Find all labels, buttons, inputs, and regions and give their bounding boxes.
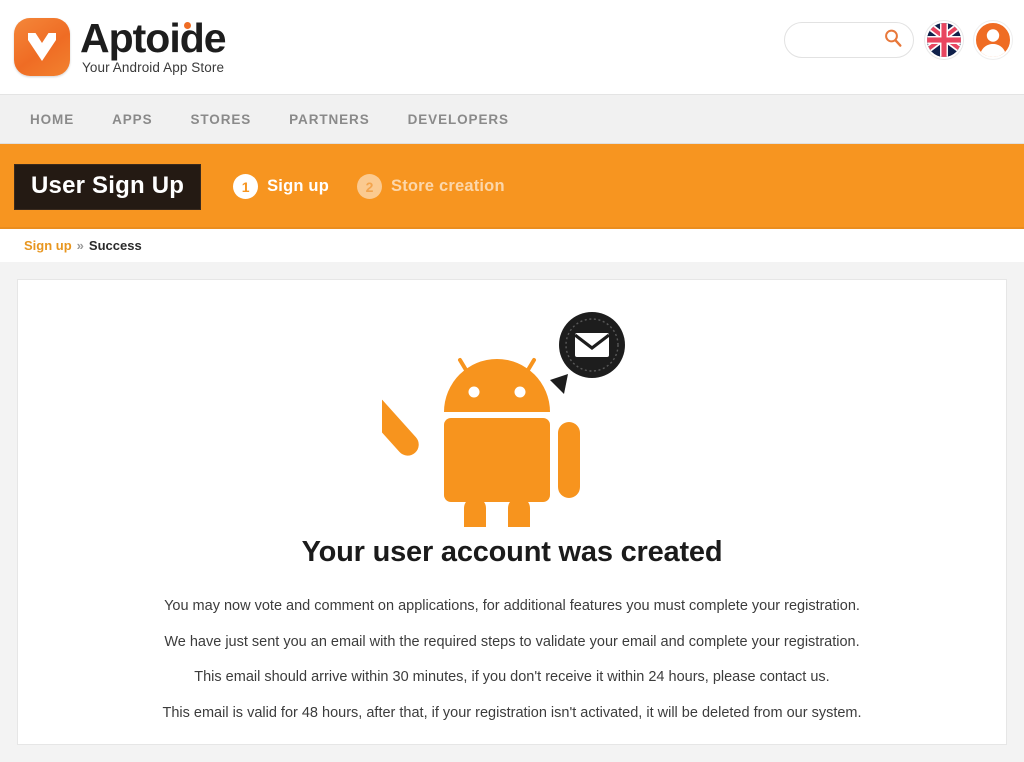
- breadcrumb-link-signup[interactable]: Sign up: [24, 238, 72, 253]
- brand-text: Aptoide Your Android App Store: [80, 14, 227, 77]
- step-store-creation-label: Store creation: [390, 177, 505, 195]
- breadcrumb-current: Success: [88, 238, 142, 253]
- success-message-1: You may now vote and comment on applicat…: [164, 598, 860, 614]
- search-box[interactable]: [784, 22, 914, 58]
- step-signup-label: Sign up: [267, 177, 329, 195]
- nav-item-developers[interactable]: DEVELOPERS: [408, 112, 509, 127]
- success-card: Your user account was created You may no…: [17, 279, 1007, 745]
- step-store-creation-number: 2: [356, 174, 382, 199]
- breadcrumb: Sign up » Success: [0, 229, 1024, 262]
- breadcrumb-separator: »: [76, 238, 84, 253]
- success-messages: You may now vote and comment on applicat…: [18, 599, 1006, 720]
- success-illustration: [18, 302, 1006, 530]
- aptoide-logo-icon: [14, 18, 70, 76]
- nav-item-apps[interactable]: APPS: [112, 112, 152, 127]
- android-robot-icon: [382, 358, 580, 527]
- content-area: Your user account was created You may no…: [0, 262, 1024, 762]
- success-title: Your user account was created: [301, 536, 723, 568]
- site-header: Aptoide Your Android App Store: [0, 0, 1024, 94]
- step-signup[interactable]: 1 Sign up: [233, 174, 329, 199]
- header-actions: [784, 21, 1012, 59]
- brand-logo[interactable]: Aptoide Your Android App Store: [14, 14, 227, 77]
- success-message-2: We have just sent you an email with the …: [164, 633, 860, 650]
- brand-tagline: Your Android App Store: [82, 59, 225, 75]
- user-avatar-icon[interactable]: [974, 21, 1012, 59]
- brand-name: Aptoide: [80, 14, 227, 61]
- nav-item-home[interactable]: HOME: [30, 112, 74, 127]
- nav-item-partners[interactable]: PARTNERS: [289, 112, 369, 127]
- main-navigation: HOME APPS STORES PARTNERS DEVELOPERS: [0, 94, 1024, 144]
- uk-flag-icon[interactable]: [925, 21, 963, 59]
- step-list: 1 Sign up 2 Store creation: [233, 174, 505, 199]
- page-title: User Sign Up: [14, 163, 202, 210]
- brand-dot-icon: [184, 21, 191, 29]
- step-store-creation[interactable]: 2 Store creation: [356, 174, 505, 199]
- step-signup-number: 1: [233, 174, 259, 199]
- email-envelope-bubble-icon: [550, 312, 625, 394]
- nav-item-stores[interactable]: STORES: [190, 112, 251, 127]
- success-message-4: This email is valid for 48 hours, after …: [162, 704, 862, 721]
- search-icon[interactable]: [883, 28, 903, 53]
- brand-name-text: Aptoide: [80, 14, 227, 61]
- signup-step-bar: User Sign Up 1 Sign up 2 Store creation: [0, 144, 1024, 229]
- search-input[interactable]: [799, 23, 883, 57]
- success-message-3: This email should arrive within 30 minut…: [194, 669, 830, 685]
